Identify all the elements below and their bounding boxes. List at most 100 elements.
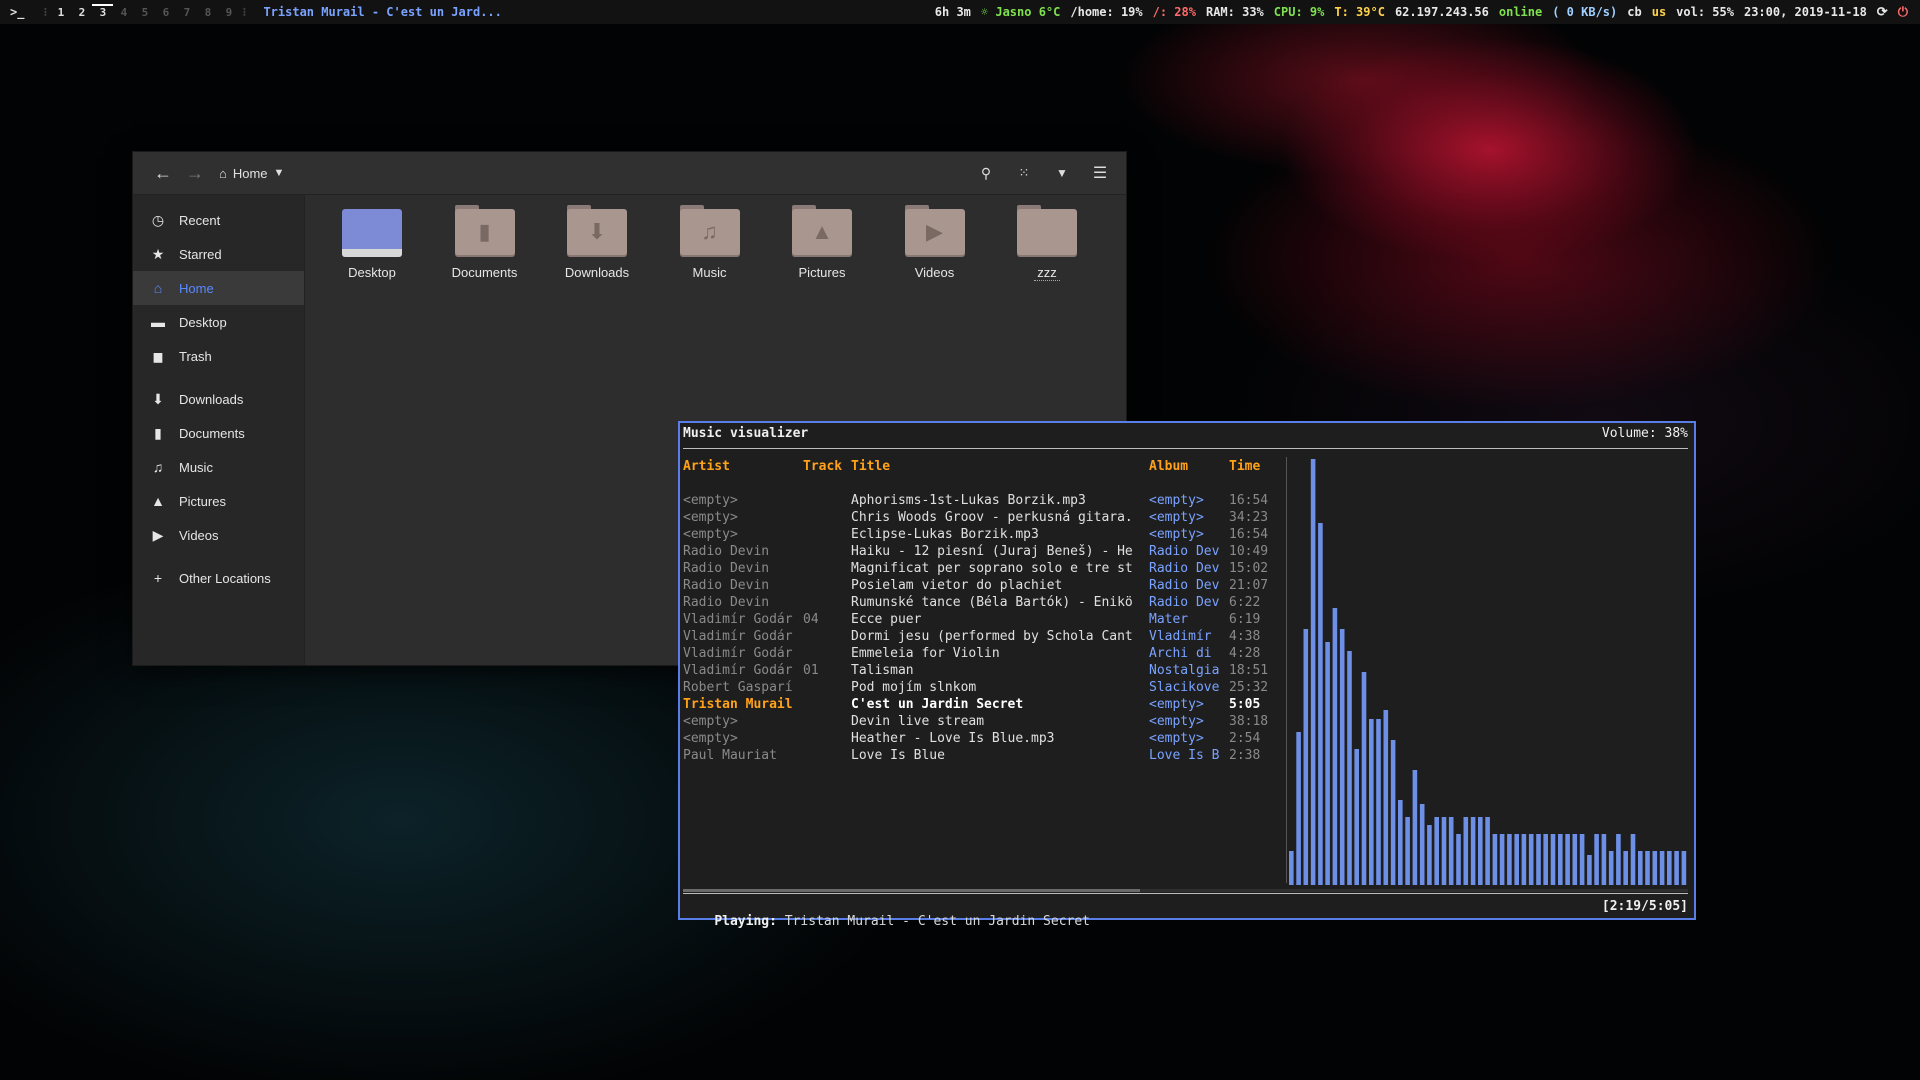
playlist-row[interactable]: Tristan Murail C'est un Jardin Secret <emp…: [683, 697, 1283, 714]
workspace-3[interactable]: 3: [92, 3, 114, 19]
refresh-icon[interactable]: ⟳: [1877, 5, 1888, 20]
column-header-album[interactable]: Album: [1149, 459, 1188, 474]
playlist-row[interactable]: Radio Devin Haiku - 12 piesní (Juraj Bene…: [683, 544, 1283, 561]
playlist-row[interactable]: Paul Mauriat Love Is Blue Love Is B 2:38: [683, 748, 1283, 765]
view-options-button[interactable]: ▼: [1046, 157, 1078, 189]
column-header-track[interactable]: Track: [803, 459, 842, 474]
playlist-row[interactable]: Radio Devin Posielam vietor do plachiet Ra…: [683, 578, 1283, 595]
workspace-9[interactable]: 9: [218, 6, 239, 19]
terminal-launcher-icon[interactable]: >_: [10, 5, 24, 19]
playlist-row[interactable]: <empty> Heather - Love Is Blue.mp3 <empty>…: [683, 731, 1283, 748]
workspace-7[interactable]: 7: [176, 6, 197, 19]
cell-title: Magnificat per soprano solo e tre st: [851, 561, 1133, 576]
folder-desktop[interactable]: Desktop: [322, 205, 422, 280]
spectrum-bar: [1579, 834, 1585, 885]
playlist-row[interactable]: Radio Devin Magnificat per soprano solo e…: [683, 561, 1283, 578]
spectrum-bar: [1383, 710, 1389, 885]
playlist-row[interactable]: <empty> Chris Woods Groov - perkusná gita…: [683, 510, 1283, 527]
sidebar-item-label: Pictures: [179, 493, 226, 509]
folder-videos[interactable]: ▶ Videos: [885, 205, 985, 280]
back-button[interactable]: ←: [147, 157, 179, 189]
workspace-8[interactable]: 8: [197, 6, 218, 19]
playlist-row[interactable]: Robert Gasparí Pod mojím slnkom Slacikove 2…: [683, 680, 1283, 697]
playlist-row[interactable]: <empty> Devin live stream <empty> 38:18: [683, 714, 1283, 731]
column-header-artist[interactable]: Artist: [683, 459, 730, 474]
cell-time: 4:38: [1229, 629, 1261, 644]
folder-downloads[interactable]: ⬇ Downloads: [547, 205, 647, 280]
playlist-row[interactable]: Vladimír Godár 01 Talisman Nostalgia 18:51: [683, 663, 1283, 680]
workspace-5[interactable]: 5: [134, 6, 155, 19]
home-icon: ⌂: [219, 165, 227, 181]
volume-indicator[interactable]: Volume: 38%: [1602, 426, 1688, 441]
column-header-title[interactable]: Title: [851, 459, 890, 474]
keyboard-layout[interactable]: us: [1652, 5, 1666, 19]
cpu-temperature: T: 39°C: [1334, 5, 1385, 19]
spectrum-visualizer: [1289, 459, 1687, 885]
playlist-row[interactable]: Vladimír Godár Dormi jesu (performed by S…: [683, 629, 1283, 646]
spectrum-bar: [1630, 834, 1636, 885]
spectrum-bar: [1623, 851, 1628, 885]
view-mode-button[interactable]: ⁙: [1008, 157, 1040, 189]
spectrum-bar: [1296, 732, 1301, 885]
playlist-row[interactable]: Radio Devin Rumunské tance (Béla Bartók) …: [683, 595, 1283, 612]
spectrum-bar: [1361, 672, 1367, 885]
status-blocks: 6h 3m ☼ Jasno 6°C /home: 19% /: 28% RAM:…: [935, 5, 1920, 20]
folder-zzz[interactable]: zzz: [997, 205, 1097, 281]
sidebar-item-documents[interactable]: ▮ Documents: [133, 416, 304, 450]
workspace-2[interactable]: 2: [71, 6, 92, 19]
folder-documents[interactable]: ▮ Documents: [435, 205, 535, 280]
progress-bar[interactable]: [683, 889, 1140, 892]
volume-level[interactable]: vol: 55%: [1676, 5, 1734, 19]
sidebar-item-starred[interactable]: ★ Starred: [133, 237, 304, 271]
spectrum-bar: [1514, 834, 1519, 885]
playlist-row[interactable]: Vladimír Godár 04 Ecce puer Mater 6:19: [683, 612, 1283, 629]
spectrum-bar: [1565, 834, 1570, 885]
workspace-6[interactable]: 6: [155, 6, 176, 19]
spectrum-bar: [1398, 800, 1403, 885]
sidebar-item-videos[interactable]: ▶ Videos: [133, 518, 304, 552]
search-button[interactable]: ⚲: [970, 157, 1002, 189]
cell-album: Radio Dev: [1149, 561, 1220, 576]
workspace-1[interactable]: 1: [50, 6, 71, 19]
sidebar-item-other-locations[interactable]: + Other Locations: [133, 561, 304, 595]
forward-button[interactable]: →: [179, 157, 211, 189]
spectrum-bar: [1318, 523, 1323, 885]
spectrum-bar: [1536, 834, 1541, 885]
cell-time: 34:23: [1229, 510, 1269, 525]
folder-label: Documents: [451, 265, 518, 280]
sidebar-item-downloads[interactable]: ⬇ Downloads: [133, 382, 304, 416]
sidebar-item-label: Downloads: [179, 391, 244, 407]
workspace-4[interactable]: 4: [113, 6, 134, 19]
cell-time: 16:54: [1229, 527, 1269, 542]
playing-label: Playing:: [714, 914, 777, 929]
cell-album: Radio Dev: [1149, 544, 1220, 559]
power-icon[interactable]: ⏻: [1898, 5, 1908, 20]
sidebar-item-music[interactable]: ♫ Music: [133, 450, 304, 484]
menu-button[interactable]: ☰: [1084, 157, 1116, 189]
cell-time: 6:19: [1229, 612, 1261, 627]
spectrum-bar: [1376, 719, 1381, 885]
sidebar-item-pictures[interactable]: ▲ Pictures: [133, 484, 304, 518]
star-icon: ★: [151, 245, 165, 262]
sidebar-item-recent[interactable]: ◷ Recent: [133, 203, 304, 237]
column-header-time[interactable]: Time: [1229, 459, 1260, 474]
sidebar-item-trash[interactable]: ▆ Trash: [133, 339, 304, 373]
folder-pictures[interactable]: ▲ Pictures: [772, 205, 872, 280]
grid-view-icon: ⁙: [1018, 165, 1030, 180]
cell-artist: Radio Devin: [683, 595, 770, 610]
sidebar-item-home[interactable]: ⌂ Home: [133, 271, 304, 305]
clock-icon: ◷: [151, 211, 165, 228]
playlist-row[interactable]: Vladimír Godár Emmeleia for Violin Archi d…: [683, 646, 1283, 663]
playlist-row[interactable]: <empty> Eclipse-Lukas Borzik.mp3 <empty> 16…: [683, 527, 1283, 544]
cell-album: Radio Dev: [1149, 578, 1220, 593]
folder-music[interactable]: ♫ Music: [660, 205, 760, 280]
status-bar: >_ ⁝ 123456789 ⁝ Tristan Murail - C'est …: [0, 0, 1920, 24]
clipboard-indicator[interactable]: cb: [1627, 5, 1641, 19]
location-button[interactable]: ⌂ Home ▼: [219, 166, 284, 181]
playlist-row[interactable]: <empty> Aphorisms-1st-Lukas Borzik.mp3 <em…: [683, 493, 1283, 510]
sidebar-item-label: Other Locations: [179, 570, 271, 586]
separator: ⁝: [43, 5, 48, 19]
cell-title: Love Is Blue: [851, 748, 945, 763]
sidebar-item-desktop[interactable]: ▬ Desktop: [133, 305, 304, 339]
